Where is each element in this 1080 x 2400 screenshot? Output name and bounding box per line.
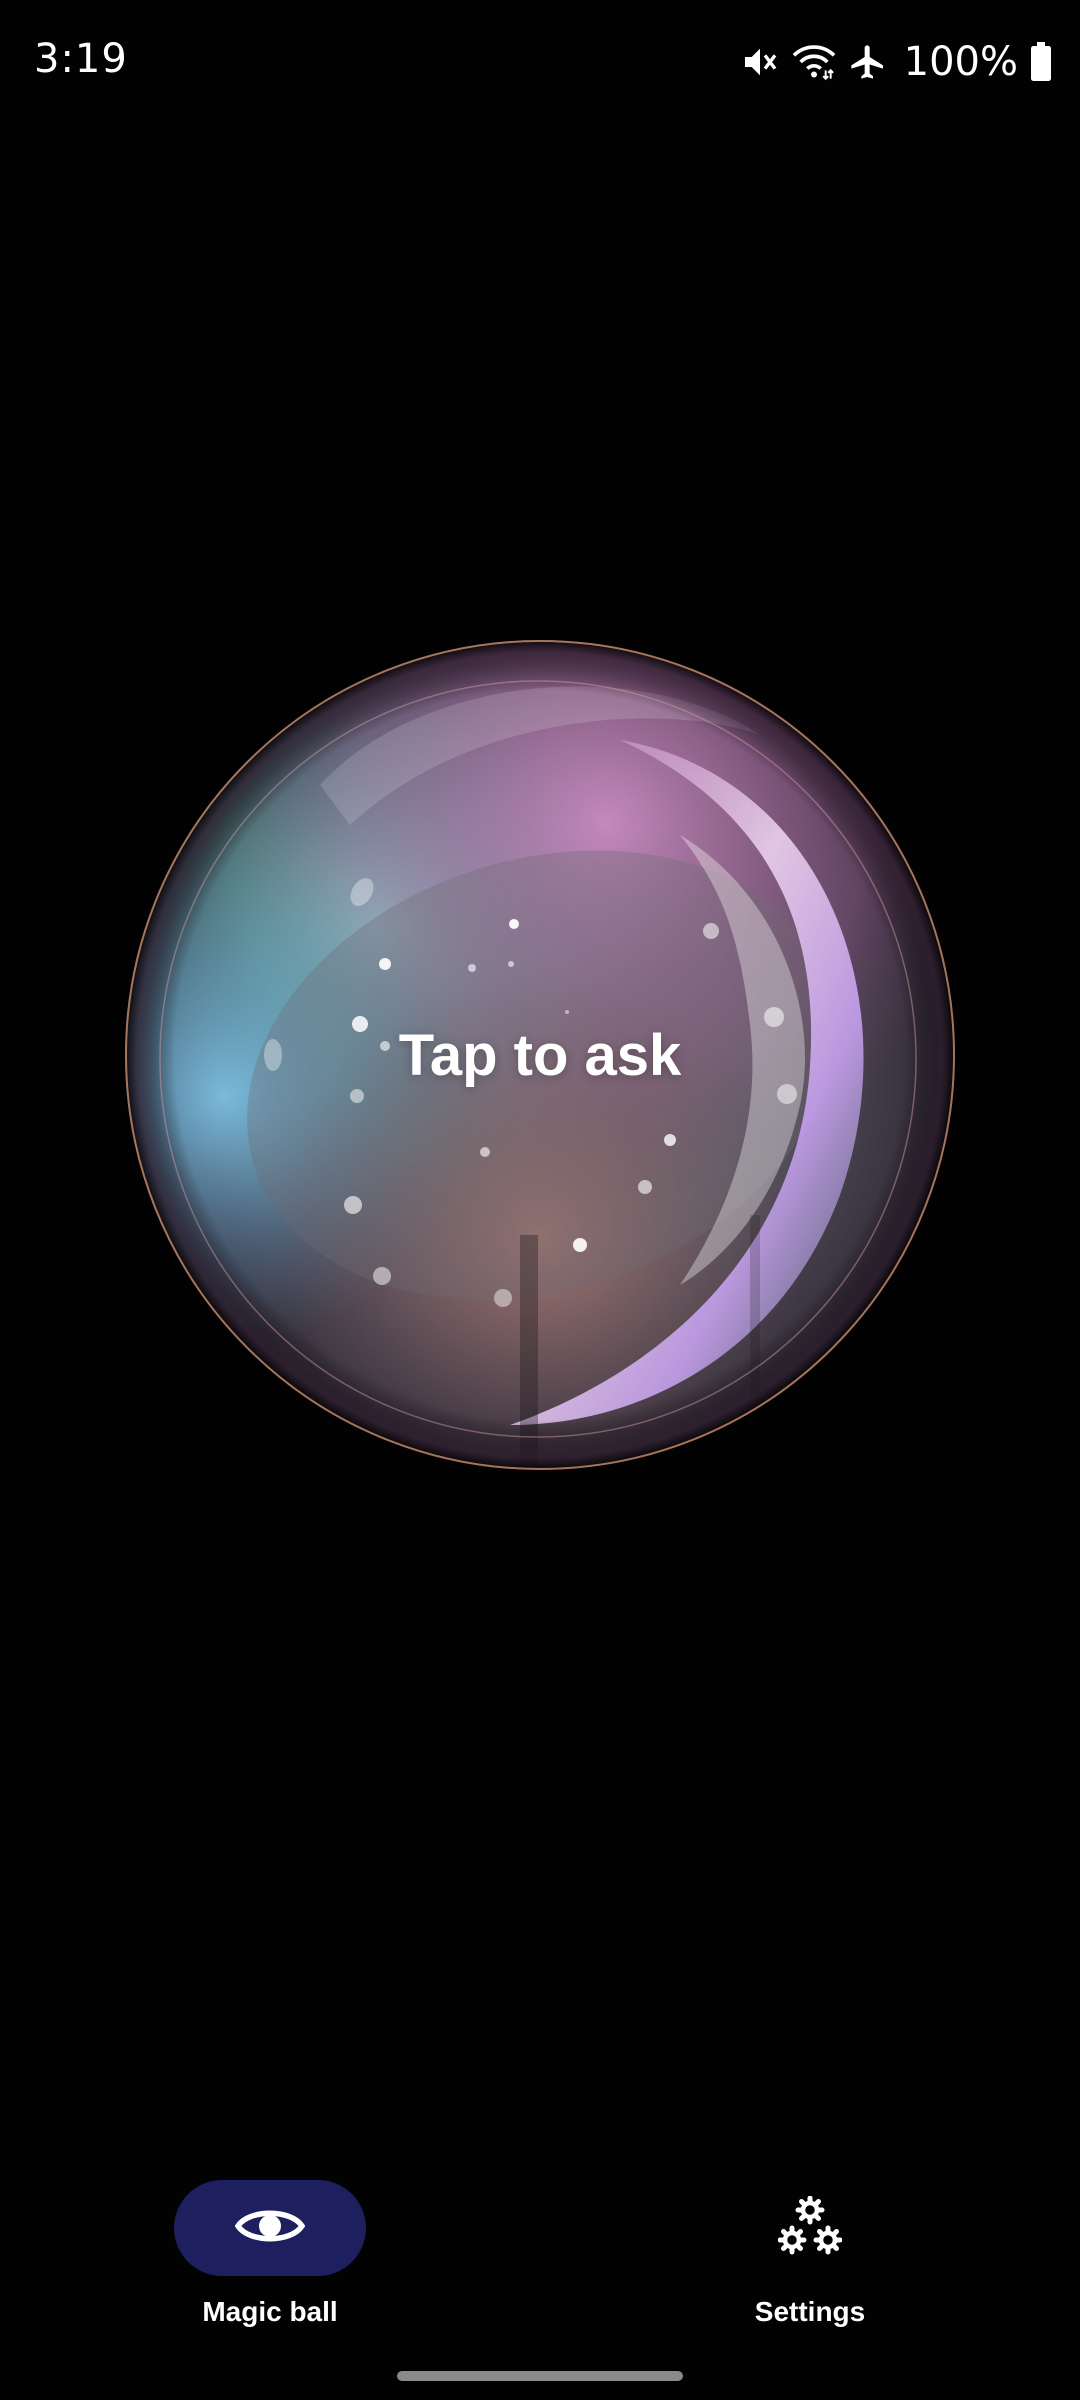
nav-active-indicator — [174, 2180, 366, 2276]
battery-icon — [1030, 42, 1052, 82]
nav-label-magic-ball: Magic ball — [202, 2296, 338, 2327]
app-screen: 3:19 100% Tap to ask Magic ball Settings — [0, 0, 1080, 2400]
nav-item-settings[interactable]: Settings — [660, 2158, 960, 2327]
airplane-icon — [848, 42, 888, 82]
bottom-navigation: Magic ball Settings — [0, 2140, 1080, 2327]
home-indicator[interactable] — [397, 2371, 683, 2381]
gears-icon — [777, 2195, 843, 2261]
magic-ball-orb[interactable]: Tap to ask — [120, 635, 960, 1475]
status-bar: 3:19 100% — [0, 0, 1080, 120]
nav-item-magic-ball[interactable]: Magic ball — [120, 2158, 420, 2327]
battery-percent: 100% — [903, 39, 1018, 85]
status-time: 3:19 — [34, 36, 128, 82]
eye-icon — [234, 2203, 306, 2254]
status-icons: 100% — [740, 34, 1052, 90]
nav-inactive-indicator — [714, 2180, 906, 2276]
mute-icon — [740, 42, 780, 82]
nav-label-settings: Settings — [754, 2296, 866, 2327]
wifi-icon — [792, 42, 836, 82]
tap-to-ask-label: Tap to ask — [398, 1022, 682, 1088]
